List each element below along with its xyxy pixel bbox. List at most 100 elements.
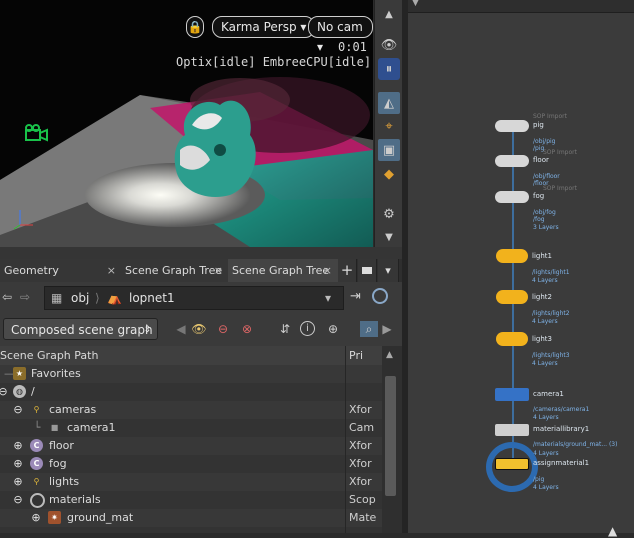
- info-icon[interactable]: i: [300, 321, 315, 336]
- pause-render-icon[interactable]: ⏸: [378, 58, 400, 80]
- ghost-display-icon[interactable]: ◆: [378, 163, 400, 185]
- collapse-left-icon[interactable]: ◀: [172, 321, 190, 337]
- camera-label: No cam: [317, 20, 363, 34]
- tree-row-label: ground_mat: [67, 511, 134, 524]
- component-icon: C: [30, 439, 43, 452]
- chevron-down-icon: ▾: [300, 20, 307, 34]
- expand-icon[interactable]: ⊕: [13, 440, 23, 451]
- tab-scene-graph-tree[interactable]: Scene Graph Tree ×: [121, 259, 230, 282]
- pin-icon[interactable]: ⇥: [350, 289, 361, 304]
- tree-scrollbar[interactable]: ▲: [382, 346, 402, 533]
- expand-icon[interactable]: ⊕: [31, 512, 41, 523]
- node-path: /lights/light2: [532, 310, 570, 317]
- path-bar: ⇦ ⇨ ▦ obj ⟩ ⛺ lopnet1 ▾ ⇥: [0, 282, 402, 313]
- expand-right-icon[interactable]: ▶: [378, 321, 396, 337]
- tree-row-label: floor: [49, 439, 74, 452]
- path-context[interactable]: obj: [71, 287, 89, 309]
- primitive-type: Scop: [349, 493, 376, 506]
- collapse-icon[interactable]: ⊖: [13, 494, 23, 505]
- tree-row-lights[interactable]: ⊕ ⚲ lights Xfor: [0, 473, 382, 491]
- node-name: camera1: [533, 390, 564, 398]
- primitive-type: Xfor: [349, 457, 372, 470]
- node-header: SOP Import: [543, 185, 577, 192]
- expand-icon[interactable]: ⊕: [13, 458, 23, 469]
- pane-menu-icon[interactable]: ▾: [378, 259, 399, 282]
- network-path-field[interactable]: ▦ obj ⟩ ⛺ lopnet1 ▾: [44, 286, 344, 310]
- light-node-icon: [496, 249, 528, 263]
- viewport-toolbar: ▲ 👁 ⏸ ◭ ⌖ ▣ ◆ ⚙ ▼: [374, 0, 403, 247]
- camera-node-icon: [495, 388, 529, 401]
- render-region-icon[interactable]: ▣: [378, 139, 400, 161]
- tab-label: Scene Graph Tree: [232, 264, 330, 277]
- xform-icon: ⚲: [33, 477, 40, 486]
- close-icon[interactable]: ×: [323, 259, 332, 282]
- node-path: /lights/light3: [532, 352, 570, 359]
- pane-splitter[interactable]: [0, 247, 402, 259]
- tab-scene-graph-tree-active[interactable]: Scene Graph Tree ×: [228, 259, 339, 282]
- add-tab-button[interactable]: +: [338, 259, 357, 282]
- primitive-type: Cam: [349, 421, 375, 434]
- tree-row-cameras[interactable]: ⊖ ⚲ cameras Xfor: [0, 401, 382, 419]
- tree-row-materials[interactable]: ⊖ materials Scop: [0, 491, 382, 509]
- chevron-down-icon[interactable]: ▼: [412, 0, 419, 8]
- path-node[interactable]: lopnet1: [129, 287, 175, 309]
- adjust-columns-icon[interactable]: ⇵: [276, 321, 294, 337]
- primitive-type: Mate: [349, 511, 377, 524]
- select-value: Composed scene graph: [11, 323, 153, 337]
- tree-row-root[interactable]: ⊖ ◍ /: [0, 383, 382, 401]
- tab-geometry-spreadsheet[interactable]: Geometry Spreadsheet ×: [0, 259, 123, 300]
- tree-row-floor[interactable]: ⊕ C floor Xfor: [0, 437, 382, 455]
- scroll-down-icon[interactable]: ▼: [378, 226, 400, 248]
- scene-graph-mode-select[interactable]: Composed scene graph ⇕: [3, 318, 158, 340]
- back-arrow-icon[interactable]: ⇦: [2, 290, 12, 304]
- visibility-icon[interactable]: 👁: [378, 34, 400, 56]
- sop-import-node-icon: [495, 155, 529, 167]
- tree-row-label: /: [31, 385, 35, 398]
- tree-row-label: lights: [49, 475, 80, 488]
- camera-menu-button[interactable]: No cam ▾: [308, 16, 373, 54]
- assign-material-node-icon: [495, 458, 529, 470]
- pane-layout-icon[interactable]: [358, 259, 377, 282]
- node-path: /pig: [533, 476, 545, 483]
- tree-row-label: fog: [49, 457, 67, 470]
- node-name: light1: [532, 252, 552, 260]
- add-primitive-icon[interactable]: ⊕: [324, 321, 342, 337]
- lock-camera-icon[interactable]: 🔒: [186, 16, 204, 38]
- activation-filter-icon[interactable]: ⊖: [214, 321, 232, 337]
- tree-row-favorites[interactable]: — ★ Favorites: [0, 365, 382, 383]
- column-primitive-type[interactable]: Pri: [349, 346, 363, 365]
- snapping-icon[interactable]: ⌖: [378, 115, 400, 137]
- visibility-filter-icon[interactable]: 👁: [190, 321, 208, 337]
- search-icon[interactable]: ⌕: [360, 321, 378, 337]
- scroll-up-icon[interactable]: ▲: [378, 3, 400, 25]
- node-name: light3: [532, 335, 552, 343]
- scene-viewport[interactable]: 🔒 Karma Persp ▾ No cam ▾ 0:01 Optix[idle…: [0, 0, 373, 247]
- tree-row-camera1[interactable]: └ ■ camera1 Cam: [0, 419, 382, 437]
- camera-icon: ■: [50, 423, 59, 432]
- node-header: SOP Import: [543, 149, 577, 156]
- scrollbar-thumb[interactable]: [385, 376, 396, 496]
- instance-filter-icon[interactable]: ⊗: [238, 321, 256, 337]
- node-path: /cameras/camera1: [533, 406, 590, 413]
- display-options-icon[interactable]: ◭: [378, 92, 400, 114]
- component-icon: C: [30, 457, 43, 470]
- tree-row-fog[interactable]: ⊕ C fog Xfor: [0, 455, 382, 473]
- scroll-up-icon[interactable]: ▲: [386, 350, 393, 360]
- camera-settings-icon[interactable]: ⚙: [378, 203, 400, 225]
- node-name: pig: [533, 121, 544, 129]
- expand-icon[interactable]: ⊕: [13, 476, 23, 487]
- renderer-menu-button[interactable]: Karma Persp ▾: [212, 16, 316, 38]
- tree-row-ground-mat[interactable]: ⊕ ✷ ground_mat Mate: [0, 509, 382, 527]
- node-layers: 4 Layers: [532, 318, 558, 325]
- column-scene-graph-path[interactable]: Scene Graph Path: [0, 346, 98, 365]
- collapse-icon[interactable]: ⊖: [0, 386, 8, 397]
- lop-network-icon: ⛺: [107, 291, 122, 305]
- network-toolbar: ▼: [408, 0, 634, 13]
- chevron-down-icon[interactable]: ▾: [325, 287, 331, 309]
- close-icon[interactable]: ×: [214, 259, 223, 282]
- collapse-icon[interactable]: ⊖: [13, 404, 23, 415]
- close-icon[interactable]: ×: [107, 259, 116, 282]
- link-pane-icon[interactable]: [372, 288, 388, 304]
- forward-arrow-icon[interactable]: ⇨: [20, 290, 30, 304]
- primitive-type: Xfor: [349, 403, 372, 416]
